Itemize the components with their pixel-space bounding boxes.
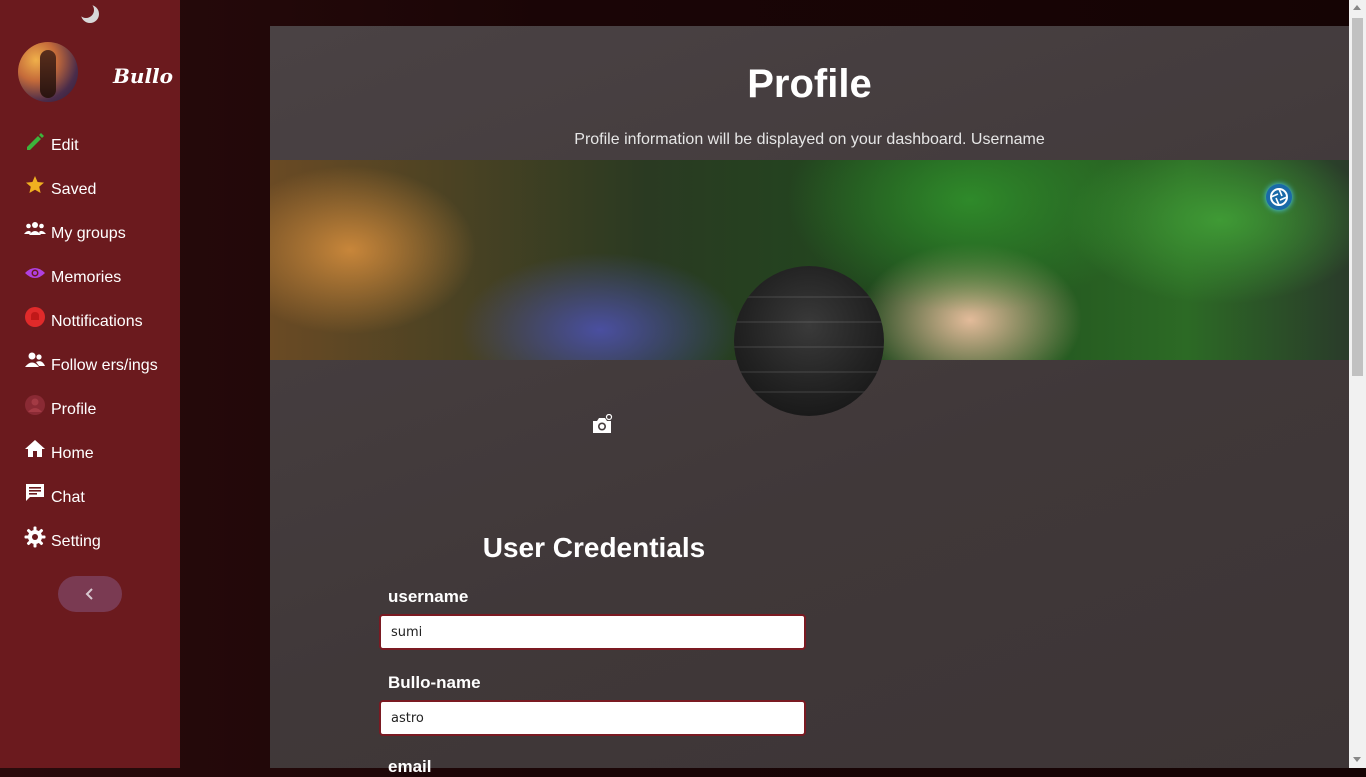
people-icon: [25, 352, 45, 367]
sidebar-item-label: Nottifications: [51, 313, 143, 330]
sidebar-item-chat[interactable]: Chat: [0, 480, 180, 524]
bell-icon: [25, 307, 45, 327]
sidebar-item-profile[interactable]: Profile: [0, 392, 180, 436]
chevron-left-icon: [85, 588, 93, 600]
page-subtitle: Profile information will be displayed on…: [574, 131, 1045, 148]
user-icon: [25, 395, 45, 415]
sidebar-item-notifications[interactable]: Nottifications: [0, 304, 180, 348]
sidebar-item-memories[interactable]: Memories: [0, 260, 180, 304]
sidebar-item-label: My groups: [51, 225, 126, 242]
profile-picture[interactable]: [734, 266, 884, 416]
camera-shutter-icon[interactable]: [1266, 184, 1292, 210]
profile-panel: Profile Profile information will be disp…: [270, 26, 1349, 776]
scroll-up-arrow-icon[interactable]: [1353, 5, 1361, 10]
sidebar-item-my-groups[interactable]: My groups: [0, 216, 180, 260]
username-input[interactable]: [379, 614, 806, 650]
chat-icon: [26, 484, 44, 501]
sidebar-item-label: Memories: [51, 269, 122, 286]
group-icon: [24, 222, 46, 235]
eye-icon: [25, 268, 45, 278]
sidebar-item-saved[interactable]: Saved: [0, 172, 180, 216]
horse-image: [40, 50, 56, 98]
brand-name: Bullo: [113, 64, 173, 88]
credentials-heading: User Credentials: [482, 532, 706, 563]
sidebar-item-label: Follow ers/ings: [51, 357, 158, 374]
username-label: username: [388, 587, 469, 606]
page-title: Profile: [747, 62, 872, 106]
sidebar-item-label: Edit: [51, 137, 79, 154]
bullo-name-input[interactable]: [379, 700, 806, 736]
star-icon: [26, 176, 44, 193]
pencil-icon: [27, 133, 44, 150]
sidebar-item-label: Chat: [51, 489, 85, 506]
scrollbar[interactable]: [1349, 0, 1366, 768]
scroll-down-arrow-icon[interactable]: [1353, 757, 1361, 762]
moon-icon[interactable]: [79, 3, 101, 25]
collapse-sidebar-button[interactable]: [58, 576, 122, 612]
sidebar-nav: Edit Saved My groups Memories Nottificat…: [0, 128, 180, 568]
camera-icon[interactable]: [591, 414, 613, 436]
home-icon: [25, 440, 45, 457]
email-label: email: [388, 757, 432, 776]
sidebar-item-label: Profile: [51, 401, 97, 418]
sidebar-item-label: Saved: [51, 181, 97, 198]
sidebar-item-label: Home: [51, 445, 94, 462]
bullo-name-label: Bullo-name: [388, 673, 481, 692]
sidebar-item-setting[interactable]: Setting: [0, 524, 180, 568]
sidebar-item-label: Setting: [51, 533, 101, 550]
sidebar: Bullo Edit Saved My groups Memories Nott…: [0, 0, 180, 768]
scroll-thumb[interactable]: [1352, 18, 1363, 376]
sidebar-item-home[interactable]: Home: [0, 436, 180, 480]
sidebar-item-follow[interactable]: Follow ers/ings: [0, 348, 180, 392]
gear-icon: [24, 526, 46, 548]
sidebar-item-edit[interactable]: Edit: [0, 128, 180, 172]
avatar[interactable]: [18, 42, 78, 102]
